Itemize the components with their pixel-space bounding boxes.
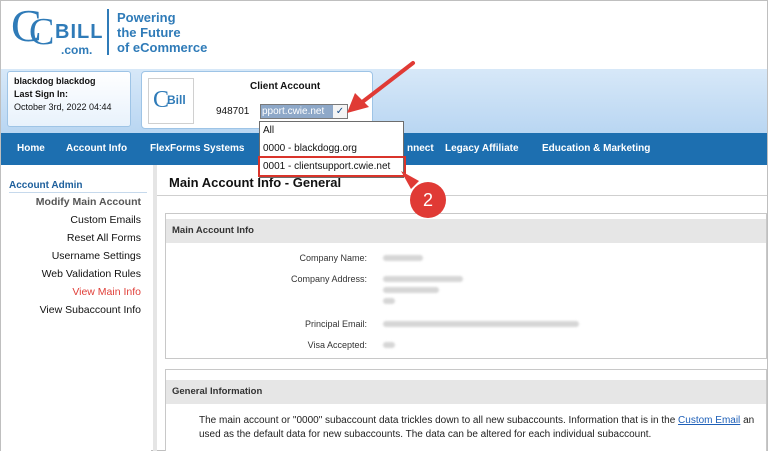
ccbill-logo[interactable]: C C BILL .com. — [11, 3, 104, 61]
field-label-visa-accepted: Visa Accepted: — [307, 340, 367, 350]
info-line-2: used as the default data for new subacco… — [199, 429, 652, 440]
menu-modify-main-account[interactable]: Modify Main Account — [36, 196, 141, 208]
ccbill-mini-logo: C Bill — [148, 78, 194, 124]
nav-flexforms-systems[interactable]: FlexForms Systems — [150, 133, 245, 165]
logo-com-glyph: .com. — [61, 43, 93, 57]
left-menu: Account Admin Modify Main Account Custom… — [1, 165, 151, 451]
menu-custom-emails[interactable]: Custom Emails — [70, 214, 141, 226]
redacted-value — [383, 321, 579, 327]
menu-view-subaccount-info[interactable]: View Subaccount Info — [40, 304, 141, 316]
redacted-value — [383, 342, 395, 348]
arrow-icon — [347, 61, 415, 113]
left-menu-title: Account Admin — [9, 180, 147, 193]
field-label-principal-email: Principal Email: — [304, 319, 367, 329]
logo-c2-glyph: C — [29, 11, 55, 53]
title-divider — [157, 195, 767, 196]
nav-home[interactable]: Home — [17, 133, 45, 165]
field-label-company-address: Company Address: — [290, 274, 367, 284]
tagline-line: Powering — [117, 10, 176, 25]
tagline-line: of eCommerce — [117, 40, 208, 55]
client-account-number: 948701 — [216, 106, 250, 117]
user-name: blackdog blackdog — [14, 76, 96, 86]
tagline-line: the Future — [117, 25, 181, 40]
dropdown-option-all[interactable]: All — [260, 122, 403, 140]
last-sign-in-label: Last Sign In: — [14, 89, 68, 99]
menu-username-settings[interactable]: Username Settings — [52, 250, 141, 262]
last-sign-in-value: October 3rd, 2022 04:44 — [14, 102, 112, 112]
subaccount-select[interactable]: pport.cwie.net ✓ — [260, 104, 348, 119]
step-number-badge: 2 — [410, 182, 446, 218]
info-text: an — [740, 415, 755, 426]
vertical-divider — [153, 165, 157, 451]
info-line-1: The main account or "0000" subaccount da… — [199, 415, 754, 426]
redacted-value — [383, 255, 423, 261]
client-account-title: Client Account — [250, 81, 321, 92]
redacted-value — [383, 276, 463, 282]
subaccount-select-value: pport.cwie.net — [261, 105, 333, 118]
info-text: The main account or "0000" subaccount da… — [199, 415, 679, 426]
redacted-value — [383, 287, 439, 293]
logo-bill-glyph: BILL — [55, 21, 104, 43]
custom-email-link[interactable]: Custom Email — [678, 415, 740, 426]
user-info-box: blackdog blackdog Last Sign In: October … — [7, 71, 131, 127]
panel-title: General Information — [166, 380, 766, 404]
menu-reset-all-forms[interactable]: Reset All Forms — [67, 232, 141, 244]
redacted-value — [383, 298, 395, 304]
nav-legacy-affiliate[interactable]: Legacy Affiliate — [445, 133, 519, 165]
nav-account-info[interactable]: Account Info — [66, 133, 127, 165]
nav-connect[interactable]: nnect — [407, 133, 434, 165]
menu-web-validation-rules[interactable]: Web Validation Rules — [42, 268, 141, 280]
logo-divider — [107, 9, 109, 55]
field-label-company-name: Company Name: — [299, 253, 367, 263]
panel-title: Main Account Info — [166, 219, 766, 243]
tagline: Powering the Future of eCommerce — [117, 10, 207, 55]
nav-education-marketing[interactable]: Education & Marketing — [542, 133, 650, 165]
mini-logo-bill: Bill — [167, 93, 186, 107]
menu-view-main-info[interactable]: View Main Info — [72, 286, 141, 298]
highlight-box — [258, 156, 406, 177]
main-account-info-panel: Main Account Info — [165, 213, 767, 359]
